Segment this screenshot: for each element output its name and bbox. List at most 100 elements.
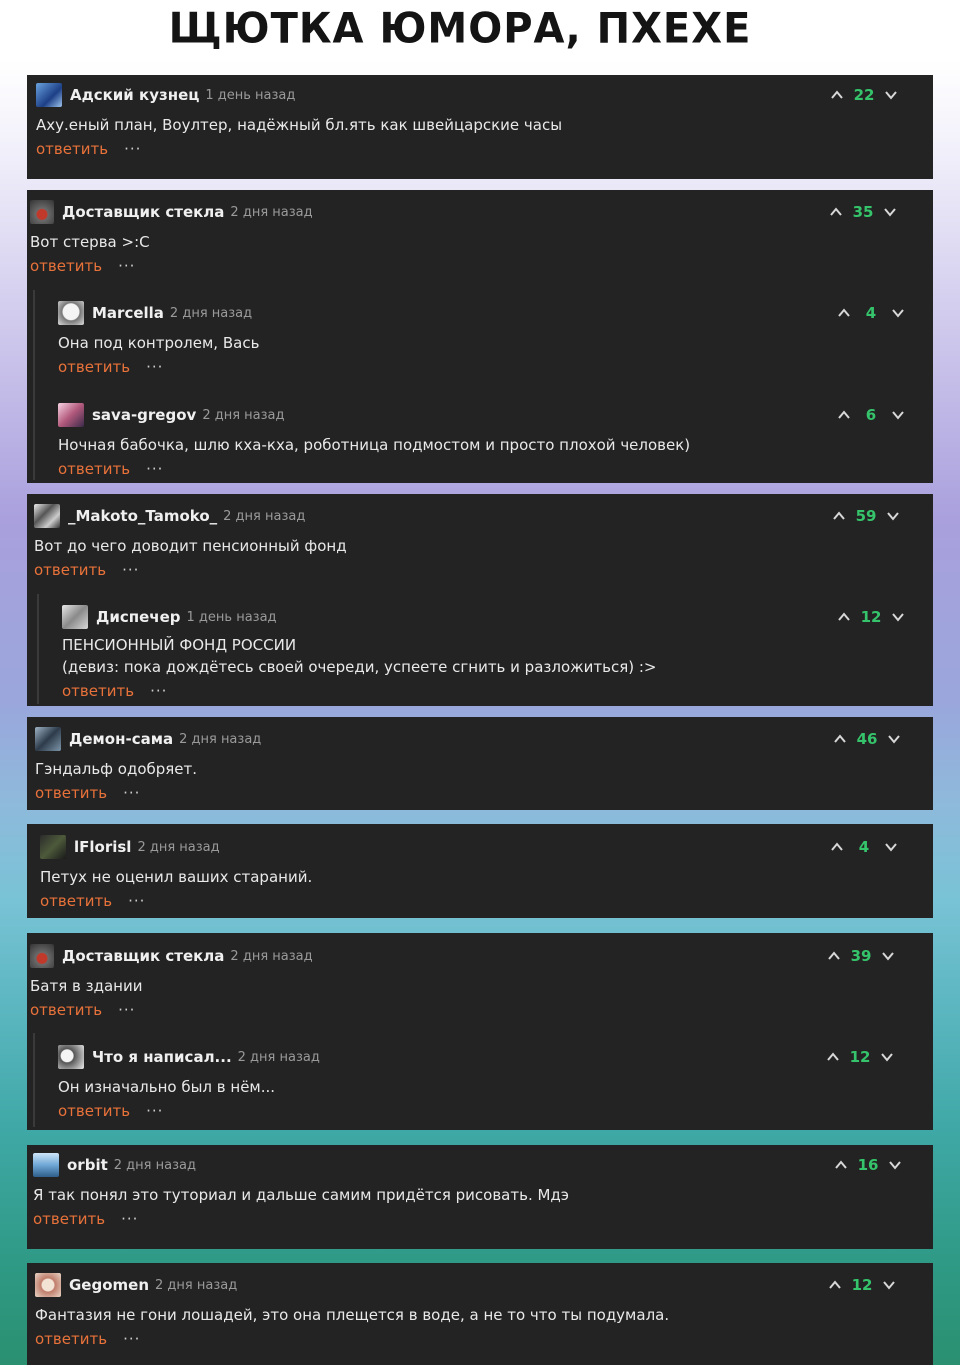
comment-author[interactable]: lFlorisl: [74, 838, 131, 856]
comment-time: 2 дня назад: [169, 305, 253, 321]
comment: Marcella 2 дня назад Она под контролем, …: [58, 301, 928, 377]
comment-text: Вот до чего доводит пенсионный фонд: [34, 537, 347, 555]
downvote-icon[interactable]: [891, 408, 905, 422]
downvote-icon[interactable]: [883, 205, 897, 219]
upvote-icon[interactable]: [830, 840, 844, 854]
avatar[interactable]: [35, 727, 61, 751]
comment-thread: Демон-сама 2 дня назад Гэндальф одобряет…: [27, 717, 933, 810]
nested-replies: Что я написал... 2 дня назад Он изначаль…: [33, 1033, 915, 1127]
reply-link[interactable]: ответить: [30, 1001, 102, 1019]
comment-author[interactable]: Диспечер: [96, 608, 181, 626]
comment-author[interactable]: Адский кузнец: [70, 86, 199, 104]
comment-author[interactable]: Что я написал...: [92, 1048, 232, 1066]
avatar[interactable]: [35, 1273, 61, 1297]
upvote-icon[interactable]: [837, 408, 851, 422]
reply-link[interactable]: ответить: [58, 1102, 130, 1120]
comment-author[interactable]: Доставщик стекла: [62, 203, 224, 221]
more-options-icon[interactable]: ···: [123, 784, 140, 802]
reply-link[interactable]: ответить: [58, 358, 130, 376]
comment-author[interactable]: _Makoto_Tamoko_: [68, 507, 217, 525]
comment-author[interactable]: Marcella: [92, 304, 164, 322]
upvote-icon[interactable]: [829, 205, 843, 219]
comment-thread: _Makoto_Tamoko_ 2 дня назад Вот до чего …: [27, 494, 933, 706]
reply-link[interactable]: ответить: [62, 682, 134, 700]
downvote-icon[interactable]: [880, 1050, 894, 1064]
comment-score: 4: [858, 838, 870, 856]
comment-thread: lFlorisl 2 дня назад Петух не оценил ваш…: [27, 824, 933, 918]
avatar[interactable]: [58, 301, 84, 325]
more-options-icon[interactable]: ···: [146, 1102, 163, 1120]
reply-link[interactable]: ответить: [36, 140, 108, 158]
comment-author[interactable]: Доставщик стекла: [62, 947, 224, 965]
comment: _Makoto_Tamoko_ 2 дня назад Вот до чего …: [34, 504, 923, 580]
comment-time: 2 дня назад: [113, 1157, 196, 1173]
avatar[interactable]: [33, 1153, 59, 1177]
more-options-icon[interactable]: ···: [150, 682, 167, 700]
reply-link[interactable]: ответить: [35, 784, 107, 802]
more-options-icon[interactable]: ···: [146, 460, 163, 478]
comment-score: 12: [860, 608, 882, 626]
upvote-icon[interactable]: [826, 1050, 840, 1064]
comment-score: 39: [850, 947, 872, 965]
more-options-icon[interactable]: ···: [124, 140, 141, 158]
reply-link[interactable]: ответить: [30, 257, 102, 275]
avatar[interactable]: [58, 1045, 84, 1069]
downvote-icon[interactable]: [891, 306, 905, 320]
upvote-icon[interactable]: [837, 610, 851, 624]
downvote-icon[interactable]: [884, 840, 898, 854]
page-title: ЩЮТКА ЮМОРА, ПХЕХЕ: [168, 4, 752, 54]
comment: lFlorisl 2 дня назад Петух не оценил ваш…: [40, 835, 923, 911]
downvote-icon[interactable]: [888, 1158, 902, 1172]
upvote-icon[interactable]: [828, 1278, 842, 1292]
avatar[interactable]: [62, 605, 88, 629]
avatar[interactable]: [34, 504, 60, 528]
reply-link[interactable]: ответить: [35, 1330, 107, 1348]
comment-author[interactable]: sava-gregov: [92, 406, 196, 424]
comment: Адский кузнец 1 день назад Аху.еный план…: [36, 83, 924, 159]
more-options-icon[interactable]: ···: [122, 561, 139, 579]
reply-link[interactable]: ответить: [40, 892, 112, 910]
upvote-icon[interactable]: [832, 509, 846, 523]
reply-link[interactable]: ответить: [58, 460, 130, 478]
downvote-icon[interactable]: [887, 732, 901, 746]
comment-thread: Доставщик стекла 2 дня назад Батя в здан…: [27, 933, 933, 1130]
comment-thread: Gegomen 2 дня назад Фантазия не гони лош…: [27, 1263, 933, 1365]
comment-score: 4: [865, 304, 877, 322]
comment-text: Фантазия не гони лошадей, это она плещет…: [35, 1306, 670, 1324]
avatar[interactable]: [30, 944, 54, 968]
comment-text: Она под контролем, Вась: [58, 334, 260, 352]
upvote-icon[interactable]: [837, 306, 851, 320]
more-options-icon[interactable]: ···: [146, 358, 163, 376]
comment-thread: orbit 2 дня назад Я так понял это тутори…: [27, 1145, 933, 1249]
upvote-icon[interactable]: [833, 732, 847, 746]
comment-author[interactable]: orbit: [67, 1156, 108, 1174]
comment-text: Гэндальф одобряет.: [35, 760, 198, 778]
downvote-icon[interactable]: [881, 949, 895, 963]
comment-score: 12: [849, 1048, 871, 1066]
comment-score: 6: [865, 406, 877, 424]
upvote-icon[interactable]: [834, 1158, 848, 1172]
downvote-icon[interactable]: [884, 88, 898, 102]
downvote-icon[interactable]: [886, 509, 900, 523]
more-options-icon[interactable]: ···: [123, 1330, 140, 1348]
comment-thread: Адский кузнец 1 день назад Аху.еный план…: [27, 75, 933, 179]
more-options-icon[interactable]: ···: [121, 1210, 138, 1228]
avatar[interactable]: [58, 403, 84, 427]
upvote-icon[interactable]: [827, 949, 841, 963]
upvote-icon[interactable]: [830, 88, 844, 102]
comment-time: 2 дня назад: [230, 204, 313, 220]
more-options-icon[interactable]: ···: [118, 257, 135, 275]
comment-author[interactable]: Демон-сама: [69, 730, 173, 748]
avatar[interactable]: [30, 200, 54, 224]
reply-link[interactable]: ответить: [34, 561, 106, 579]
reply-link[interactable]: ответить: [33, 1210, 105, 1228]
avatar[interactable]: [40, 835, 66, 859]
downvote-icon[interactable]: [882, 1278, 896, 1292]
comment-score: 22: [853, 86, 875, 104]
avatar[interactable]: [36, 83, 62, 107]
comment-author[interactable]: Gegomen: [69, 1276, 149, 1294]
comment: Доставщик стекла 2 дня назад Вот стерва …: [30, 200, 923, 276]
downvote-icon[interactable]: [891, 610, 905, 624]
more-options-icon[interactable]: ···: [118, 1001, 135, 1019]
more-options-icon[interactable]: ···: [128, 892, 145, 910]
